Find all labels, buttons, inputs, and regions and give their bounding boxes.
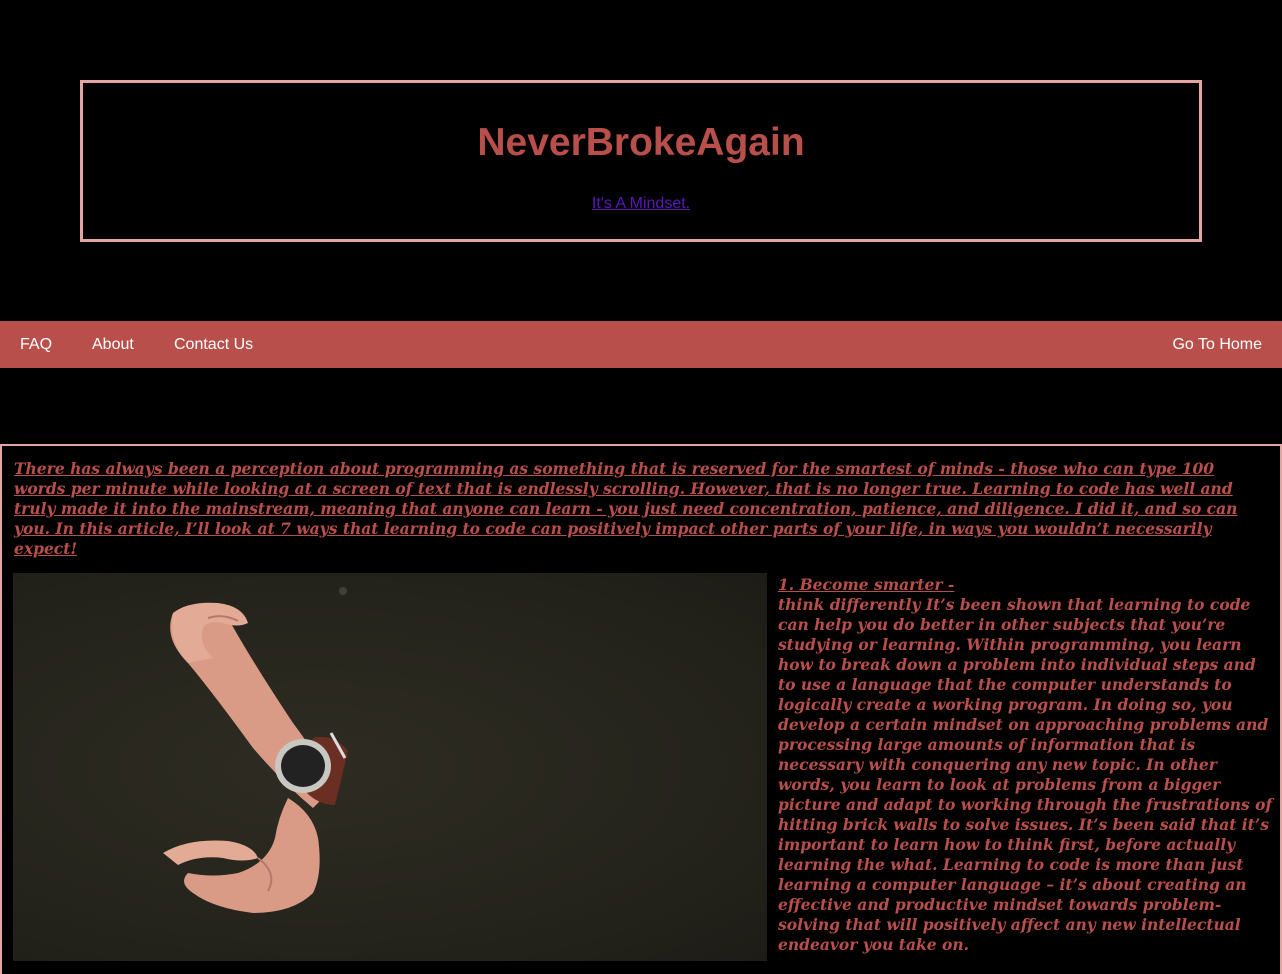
nav-contact-us[interactable]: Contact Us (174, 321, 253, 368)
nav-go-to-home[interactable]: Go To Home (1172, 321, 1262, 368)
wristwatch-illustration (163, 587, 348, 913)
section-body: think differently It’s been shown that l… (778, 595, 1273, 954)
site-title: NeverBrokeAgain (477, 121, 805, 164)
nav-about[interactable]: About (92, 321, 134, 368)
intro-paragraph: There has always been a perception about… (14, 459, 1238, 558)
nav-faq[interactable]: FAQ (20, 321, 52, 368)
wristwatch-photo (13, 573, 767, 961)
section-heading: 1. Become smarter - (778, 575, 955, 594)
main-navbar: FAQ About Contact Us Go To Home (0, 321, 1282, 368)
article-content: There has always been a perception about… (0, 444, 1282, 974)
tagline-link[interactable]: It's A Mindset. (592, 195, 690, 213)
section-1: 1. Become smarter - think differently It… (778, 575, 1274, 955)
site-header: NeverBrokeAgain It's A Mindset. (80, 80, 1202, 242)
